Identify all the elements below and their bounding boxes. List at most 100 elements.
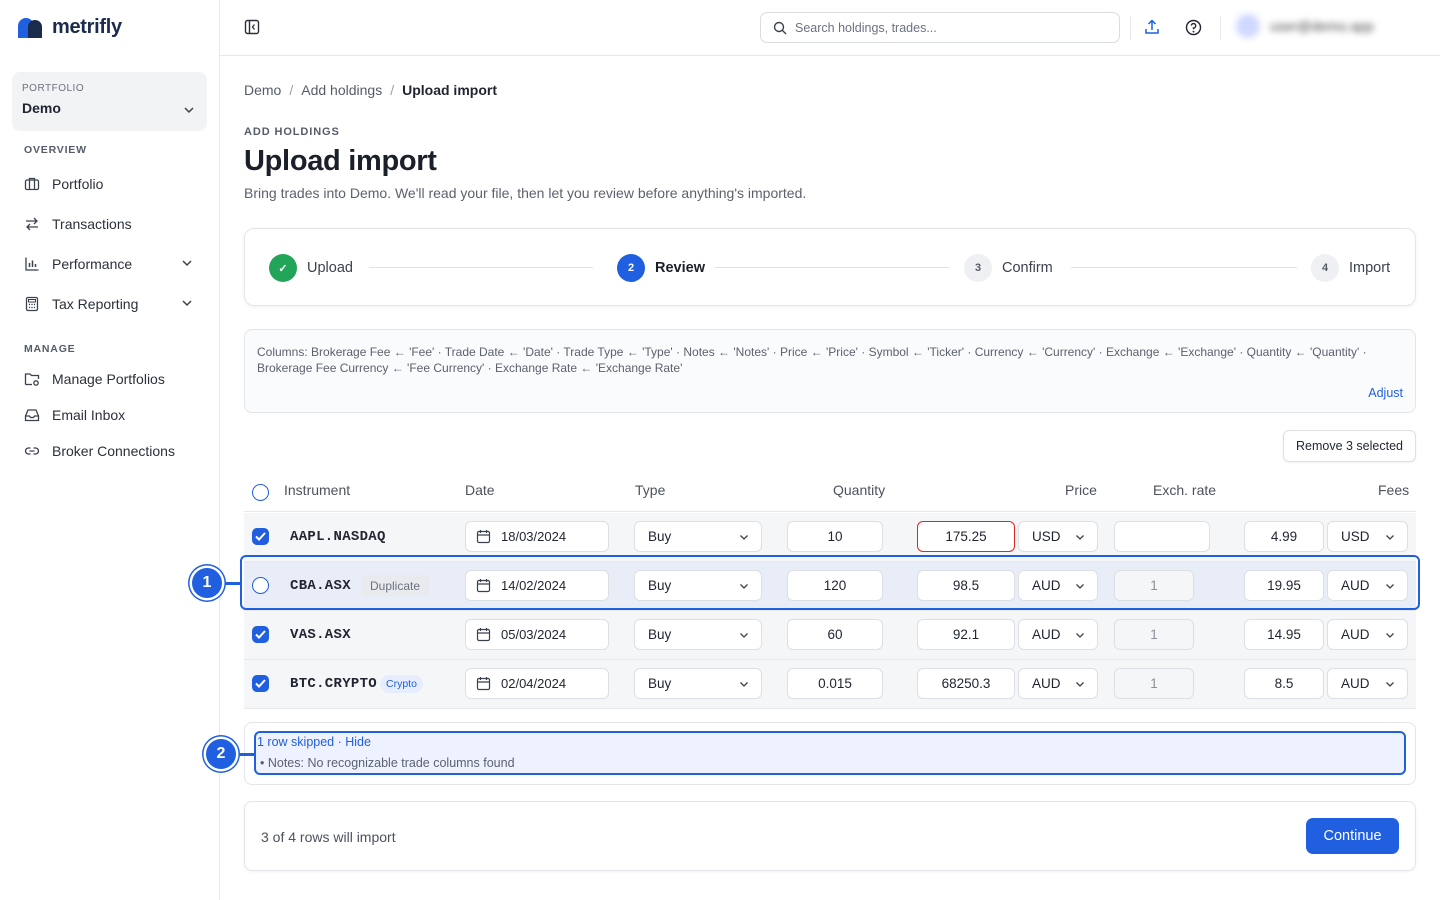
annotation-marker-2: 2 bbox=[206, 739, 236, 769]
fee-currency-value: AUD bbox=[1341, 578, 1370, 593]
instrument-symbol: BTC.CRYPTO bbox=[290, 676, 378, 692]
table-row: AAPL.NASDAQ 18/03/2024 Buy 10 175.25 USD… bbox=[244, 513, 1416, 562]
currency-select[interactable]: AUD bbox=[1018, 668, 1098, 699]
remove-selected-button[interactable]: Remove 3 selected bbox=[1282, 430, 1416, 462]
fee-currency-value: AUD bbox=[1341, 676, 1370, 691]
fee-input[interactable]: 14.95 bbox=[1244, 619, 1324, 650]
quantity-value: 0.015 bbox=[818, 676, 852, 691]
table-row: CBA.ASX Duplicate 14/02/2024 Buy 120 98.… bbox=[244, 562, 1416, 611]
annotation-arrow bbox=[236, 753, 254, 756]
app-logo[interactable]: metrifly bbox=[16, 16, 122, 39]
adjust-mapping-link[interactable]: Adjust bbox=[1368, 386, 1403, 400]
col-date: Date bbox=[465, 482, 495, 498]
table-header: Instrument Date Type Quantity Price Exch… bbox=[244, 476, 1416, 512]
skipped-toggle-link[interactable]: 1 row skipped · Hide bbox=[257, 735, 371, 749]
sidebar-item-tax-reporting[interactable]: Tax Reporting bbox=[12, 287, 207, 321]
step-import: 4 Import bbox=[1311, 254, 1390, 282]
annotation-arrow bbox=[224, 582, 242, 585]
portfolio-selector[interactable]: PORTFOLIO Demo bbox=[12, 72, 207, 131]
price-input[interactable]: 68250.3 bbox=[917, 668, 1015, 699]
fee-input[interactable]: 19.95 bbox=[1244, 570, 1324, 601]
checkmark-icon bbox=[255, 679, 266, 688]
search-input[interactable] bbox=[795, 20, 1095, 35]
user-name: user@demo.app bbox=[1270, 18, 1374, 34]
sidebar-item-label: Performance bbox=[52, 256, 133, 272]
quantity-input[interactable]: 0.015 bbox=[787, 668, 883, 699]
breadcrumb: Demo / Add holdings / Upload import bbox=[244, 82, 497, 98]
import-stepper: ✓ Upload 2 Review 3 Confirm 4 Import bbox=[244, 228, 1416, 306]
breadcrumb-item[interactable]: Add holdings bbox=[301, 82, 382, 98]
calendar-icon bbox=[476, 530, 491, 544]
exch-rate-input[interactable]: 1 bbox=[1114, 668, 1194, 699]
currency-select[interactable]: AUD bbox=[1018, 570, 1098, 601]
sidebar-item-email-inbox[interactable]: Email Inbox bbox=[12, 398, 207, 432]
sidebar: metrifly PORTFOLIO Demo OVERVIEW Portfol… bbox=[0, 0, 220, 900]
skipped-reason: • Notes: No recognizable trade columns f… bbox=[260, 756, 515, 770]
type-select[interactable]: Buy bbox=[634, 619, 762, 650]
date-field[interactable]: 05/03/2024 bbox=[465, 619, 609, 650]
exch-rate-input[interactable]: 1 bbox=[1114, 619, 1194, 650]
quantity-input[interactable]: 60 bbox=[787, 619, 883, 650]
upload-button[interactable] bbox=[1142, 17, 1162, 37]
exch-rate-input[interactable]: 1 bbox=[1114, 570, 1194, 601]
currency-select[interactable]: USD bbox=[1018, 521, 1098, 552]
date-field[interactable]: 18/03/2024 bbox=[465, 521, 609, 552]
chevron-down-icon bbox=[740, 583, 748, 589]
row-checkbox[interactable] bbox=[252, 577, 269, 594]
fee-currency-select[interactable]: AUD bbox=[1327, 570, 1408, 601]
date-field[interactable]: 02/04/2024 bbox=[465, 668, 609, 699]
calculator-icon bbox=[24, 296, 40, 312]
sidebar-toggle-icon[interactable] bbox=[244, 19, 260, 35]
sidebar-item-broker-connections[interactable]: Broker Connections bbox=[12, 434, 207, 468]
bar-chart-icon bbox=[24, 256, 40, 272]
fee-input[interactable]: 8.5 bbox=[1244, 668, 1324, 699]
avatar bbox=[1236, 14, 1260, 38]
row-checkbox[interactable] bbox=[252, 528, 269, 545]
fee-currency-select[interactable]: AUD bbox=[1327, 668, 1408, 699]
sidebar-item-portfolio[interactable]: Portfolio bbox=[12, 167, 207, 201]
row-checkbox[interactable] bbox=[252, 626, 269, 643]
col-instrument: Instrument bbox=[284, 482, 351, 498]
instrument-symbol: CBA.ASX bbox=[290, 578, 351, 594]
search-box[interactable] bbox=[760, 12, 1120, 43]
step-upload: ✓ Upload bbox=[269, 254, 353, 282]
type-select[interactable]: Buy bbox=[634, 668, 762, 699]
price-value: 68250.3 bbox=[941, 676, 991, 691]
sidebar-item-performance[interactable]: Performance bbox=[12, 247, 207, 281]
step-number: 3 bbox=[964, 254, 992, 282]
arrows-swap-icon bbox=[24, 216, 40, 232]
continue-button[interactable]: Continue bbox=[1306, 818, 1399, 854]
price-input[interactable]: 92.1 bbox=[917, 619, 1015, 650]
price-input[interactable]: 175.25 bbox=[917, 521, 1015, 552]
breadcrumb-item[interactable]: Demo bbox=[244, 82, 281, 98]
select-all-checkbox[interactable] bbox=[252, 484, 269, 501]
upload-icon bbox=[1145, 19, 1159, 34]
type-select[interactable]: Buy bbox=[634, 521, 762, 552]
fee-currency-value: USD bbox=[1341, 529, 1370, 544]
step-check-icon: ✓ bbox=[269, 254, 297, 282]
price-input[interactable]: 98.5 bbox=[917, 570, 1015, 601]
exch-rate-input[interactable] bbox=[1114, 521, 1210, 552]
fee-input[interactable]: 4.99 bbox=[1244, 521, 1324, 552]
row-checkbox[interactable] bbox=[252, 675, 269, 692]
chevron-down-icon bbox=[184, 107, 194, 114]
chevron-down-icon bbox=[1386, 534, 1394, 540]
fee-currency-select[interactable]: AUD bbox=[1327, 619, 1408, 650]
quantity-value: 120 bbox=[823, 578, 847, 593]
help-button[interactable] bbox=[1183, 17, 1203, 37]
date-field[interactable]: 14/02/2024 bbox=[465, 570, 609, 601]
fee-currency-select[interactable]: USD bbox=[1327, 521, 1408, 552]
step-connector bbox=[715, 267, 949, 268]
sidebar-item-manage-portfolios[interactable]: Manage Portfolios bbox=[12, 362, 207, 396]
sidebar-item-transactions[interactable]: Transactions bbox=[12, 207, 207, 241]
type-select[interactable]: Buy bbox=[634, 570, 762, 601]
currency-value: AUD bbox=[1032, 627, 1061, 642]
user-menu[interactable]: user@demo.app bbox=[1236, 14, 1374, 38]
currency-select[interactable]: AUD bbox=[1018, 619, 1098, 650]
quantity-input[interactable]: 10 bbox=[787, 521, 883, 552]
quantity-input[interactable]: 120 bbox=[787, 570, 883, 601]
date-value: 02/04/2024 bbox=[501, 676, 567, 691]
chevron-down-icon bbox=[1386, 632, 1394, 638]
calendar-icon bbox=[476, 628, 491, 642]
price-value: 98.5 bbox=[952, 578, 980, 593]
